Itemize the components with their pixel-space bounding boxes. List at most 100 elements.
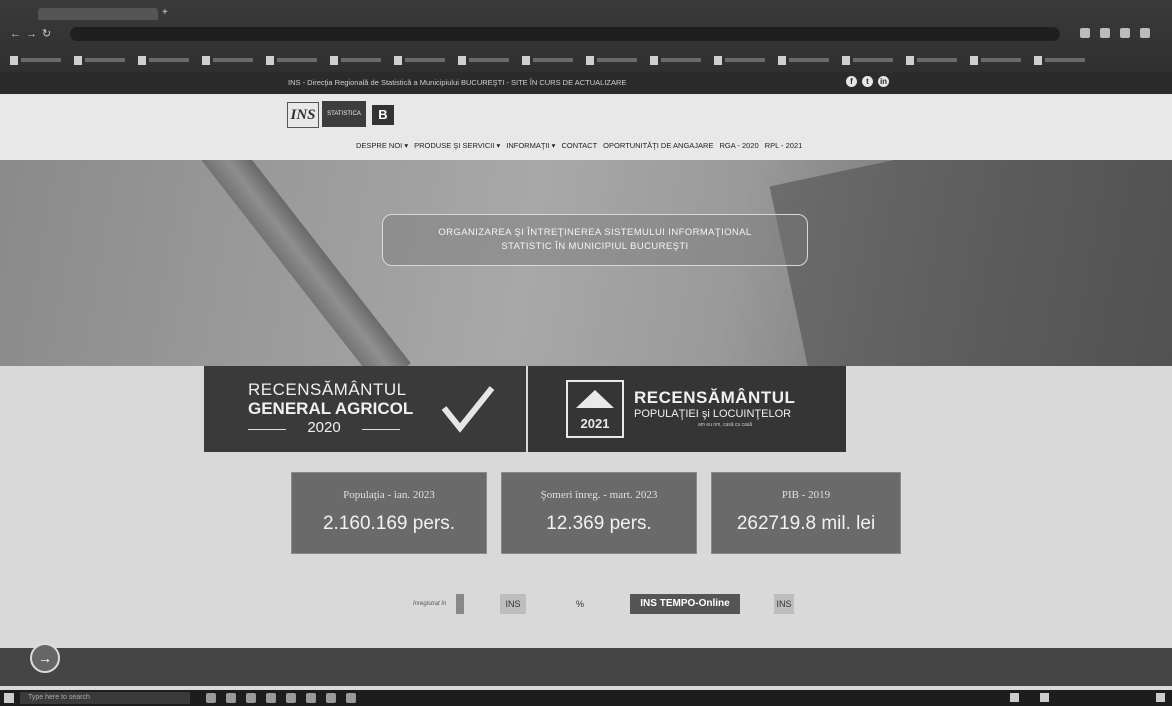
bookmarks-bar	[10, 54, 1166, 68]
profile-icon[interactable]	[1080, 28, 1090, 38]
rga-2020-banner[interactable]: RECENSĂMÂNTUL GENERAL AGRICOL 2020	[204, 366, 526, 452]
partner-logos: înregistrat în INS % INS TEMPO-Online IN…	[0, 592, 1172, 618]
bookmark-folder-icon	[266, 55, 274, 65]
main-menu: DESPRE NOI ▾ PRODUSE ŞI SERVICII ▾ INFOR…	[356, 141, 802, 150]
bookmark-item[interactable]	[10, 54, 61, 66]
hero-banner: ORGANIZAREA ŞI ÎNTREŢINEREA SISTEMULUI I…	[0, 160, 1172, 366]
bookmark-folder-icon	[202, 55, 210, 65]
bucuresti-logo[interactable]: B	[372, 105, 394, 125]
rpl-title-2: POPULAŢIEI şi LOCUINŢELOR	[634, 408, 792, 420]
bookmark-item[interactable]	[202, 54, 253, 66]
menu-oportunitati[interactable]: OPORTUNITĂŢI DE ANGAJARE	[603, 141, 713, 150]
app-icon[interactable]	[286, 693, 296, 703]
bookmark-item[interactable]	[458, 54, 509, 66]
bookmark-folder-icon	[138, 55, 146, 65]
rga-title-2: GENERAL AGRICOL	[248, 399, 414, 418]
taskview-icon[interactable]	[206, 693, 216, 703]
rpl-title-1: RECENSĂMÂNTUL	[634, 388, 796, 407]
menu-contact[interactable]: CONTACT	[561, 141, 597, 150]
partner-logo-percent[interactable]: %	[565, 594, 595, 614]
partners-text: înregistrat în	[413, 601, 447, 607]
taskbar-search-input[interactable]: Type here to search	[20, 692, 190, 704]
browser-tab[interactable]	[38, 8, 158, 20]
partner-logo-ins-2[interactable]: INS	[774, 594, 794, 614]
bookmark-folder-icon	[74, 55, 82, 65]
menu-rpl-2021[interactable]: RPL - 2021	[765, 141, 803, 150]
bookmark-item[interactable]	[906, 54, 957, 66]
bookmark-item[interactable]	[778, 54, 829, 66]
hero-laptop-shape	[769, 160, 1172, 366]
stat-label: Populaţia - ian. 2023	[343, 489, 435, 501]
app-icon[interactable]	[346, 693, 356, 703]
house-icon: 2021	[566, 380, 624, 438]
bookmark-folder-icon	[1034, 55, 1042, 65]
address-bar[interactable]	[70, 27, 1060, 41]
bookmark-item[interactable]	[650, 54, 701, 66]
menu-informatii[interactable]: INFORMAŢII ▾	[506, 141, 555, 150]
rga-year: 2020	[248, 419, 400, 436]
ins-logo[interactable]: INS	[287, 102, 319, 128]
bookmark-item[interactable]	[138, 54, 189, 66]
bookmark-folder-icon	[650, 55, 658, 65]
bookmark-label-blur	[725, 58, 765, 62]
bookmark-item[interactable]	[842, 54, 893, 66]
back-icon[interactable]: ←	[10, 28, 22, 40]
bookmark-item[interactable]	[586, 54, 637, 66]
tray-icon[interactable]	[1040, 693, 1049, 702]
stat-label: Şomeri înreg. - mart. 2023	[540, 489, 658, 501]
bookmark-label-blur	[789, 58, 829, 62]
bookmark-label-blur	[341, 58, 381, 62]
bookmark-label-blur	[277, 58, 317, 62]
bookmark-item[interactable]	[74, 54, 125, 66]
bookmark-folder-icon	[458, 55, 466, 65]
menu-icon[interactable]	[1140, 28, 1150, 38]
app-icon[interactable]	[266, 693, 276, 703]
menu-produse-servicii[interactable]: PRODUSE ŞI SERVICII ▾	[414, 141, 500, 150]
bookmark-label-blur	[597, 58, 637, 62]
app-icon[interactable]	[326, 693, 336, 703]
stat-value: 2.160.169 pers.	[322, 513, 456, 534]
app-icon[interactable]	[306, 693, 316, 703]
app-icon[interactable]	[226, 693, 236, 703]
bookmark-label-blur	[853, 58, 893, 62]
share-icon[interactable]	[1120, 28, 1130, 38]
bookmark-folder-icon	[778, 55, 786, 65]
stat-box-populatia[interactable]: Populaţia - ian. 2023 2.160.169 pers.	[291, 472, 487, 554]
bookmark-label-blur	[85, 58, 125, 62]
bookmark-item[interactable]	[522, 54, 573, 66]
notification-icon[interactable]	[1156, 693, 1165, 702]
windows-start-icon[interactable]	[4, 693, 14, 703]
linkedin-icon[interactable]: in	[878, 76, 889, 87]
twitter-icon[interactable]: t	[862, 76, 873, 87]
bookmark-item[interactable]	[330, 54, 381, 66]
facebook-icon[interactable]: f	[846, 76, 857, 87]
bookmark-item[interactable]	[266, 54, 317, 66]
partner-logo-bar[interactable]	[456, 594, 464, 614]
partner-logo-tempo[interactable]: INS TEMPO-Online	[630, 594, 740, 614]
tab-strip: +	[8, 6, 1164, 20]
stat-value: 12.369 pers.	[546, 513, 652, 534]
stat-label: PIB - 2019	[781, 489, 831, 501]
forward-icon[interactable]: →	[26, 28, 38, 40]
bookmark-item[interactable]	[714, 54, 765, 66]
reload-icon[interactable]: ↻	[42, 28, 54, 40]
app-icon[interactable]	[246, 693, 256, 703]
statistica-logo[interactable]: STATISTICA	[322, 101, 366, 127]
rpl-year: 2021	[581, 416, 610, 431]
partner-logo-ins[interactable]: INS	[500, 594, 526, 614]
stat-box-someri[interactable]: Şomeri înreg. - mart. 2023 12.369 pers.	[501, 472, 697, 554]
rpl-2021-banner[interactable]: 2021 RECENSĂMÂNTUL POPULAŢIEI şi LOCUINŢ…	[528, 366, 846, 452]
site-top-bar: INS - Direcţia Regională de Statistică a…	[0, 72, 1172, 94]
checkmark-icon	[441, 386, 495, 433]
new-tab-icon[interactable]: +	[162, 7, 168, 18]
extension-icon[interactable]	[1100, 28, 1110, 38]
bookmark-folder-icon	[842, 55, 850, 65]
menu-rga-2020[interactable]: RGA - 2020	[719, 141, 758, 150]
bookmark-item[interactable]	[394, 54, 445, 66]
bookmark-item[interactable]	[970, 54, 1021, 66]
menu-despre-noi[interactable]: DESPRE NOI ▾	[356, 141, 408, 150]
stat-box-pib[interactable]: PIB - 2019 262719.8 mil. lei	[711, 472, 901, 554]
scroll-arrow-button[interactable]: →	[30, 643, 60, 673]
bookmark-item[interactable]	[1034, 54, 1085, 66]
warning-icon[interactable]	[1010, 693, 1019, 702]
